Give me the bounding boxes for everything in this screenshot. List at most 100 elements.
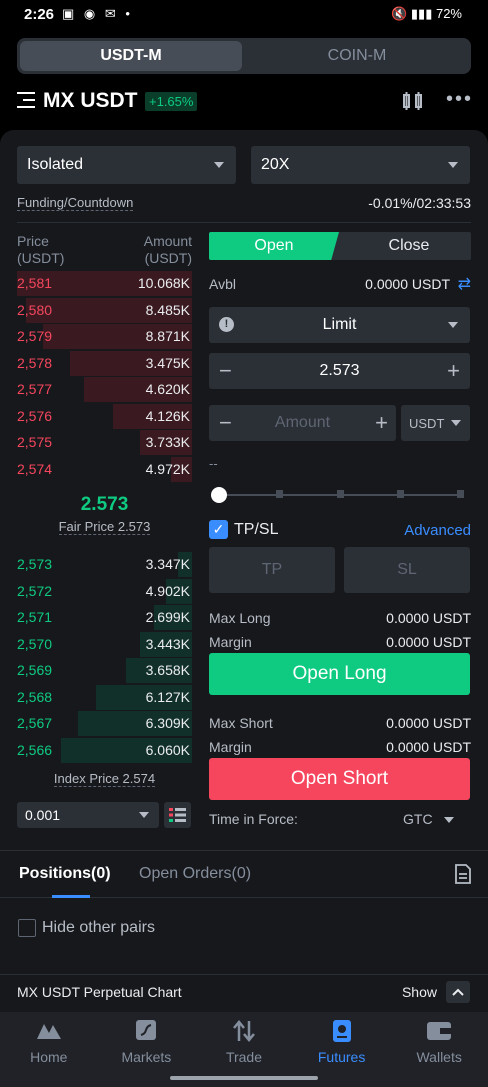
amount-slider-handle[interactable] [211,487,227,503]
time-in-force-label: Time in Force: [209,811,298,827]
price-increase-button[interactable]: + [447,358,460,384]
pair-menu-icon[interactable] [17,92,37,110]
ask-row[interactable]: 2,576 4.126K [17,403,192,430]
ask-row[interactable]: 2,575 3.733K [17,429,192,456]
gesture-home-indicator [170,1076,318,1080]
bid-row[interactable]: 2,566 6.060K [17,737,192,764]
slider-step-50[interactable] [337,490,344,498]
order-type-value: Limit [322,316,357,333]
markets-icon [133,1020,159,1042]
wallet-icon [426,1020,452,1042]
slider-step-25[interactable] [276,490,283,498]
nav-home[interactable]: Home [0,1012,98,1072]
ask-price: 2,579 [17,328,53,344]
bid-price: 2,567 [17,715,53,731]
tpsl-label: TP/SL [234,521,279,538]
ask-amount: 4.126K [145,407,190,424]
nav-trade[interactable]: Trade [195,1012,293,1072]
ask-row[interactable]: 2,580 8.485K [17,297,192,324]
amount-increase-button[interactable]: + [375,410,388,436]
amount-input[interactable]: Amount [209,414,396,432]
max-short-value: 0.0000 USDT [386,715,471,731]
amount-unit-select[interactable]: USDT [401,405,470,441]
bid-row[interactable]: 2,572 4.902K [17,578,192,605]
bid-price: 2,571 [17,609,53,625]
precision-select[interactable]: 0.001 [17,802,159,828]
price-input[interactable]: 2.573 [209,362,470,380]
bid-amount: 6.127K [145,688,190,705]
ask-row[interactable]: 2,574 4.972K [17,456,192,483]
order-type-select[interactable]: ! Limit [209,307,470,343]
nav-futures-label: Futures [317,1049,366,1065]
hide-other-pairs-checkbox[interactable] [18,919,36,937]
tpsl-checkbox[interactable]: ✓ [209,520,228,539]
bid-row[interactable]: 2,568 6.127K [17,684,192,711]
leverage-select[interactable]: 20X [251,146,470,184]
chart-toggle-bar: MX USDT Perpetual Chart Show [0,974,488,1012]
nav-markets[interactable]: Markets [98,1012,196,1072]
ask-price: 2,576 [17,407,53,424]
system-icons: 🔇 ▮▮▮ 72% [391,6,462,21]
margin-long-label: Margin [209,634,252,650]
funding-label[interactable]: Funding/Countdown [17,195,134,211]
ask-row[interactable]: 2,581 10.068K [17,270,192,297]
bid-row[interactable]: 2,567 6.309K [17,710,192,737]
time-in-force-select[interactable]: GTC [403,811,455,827]
ask-amount: 4.972K [145,460,190,477]
stop-loss-input[interactable]: SL [344,547,470,593]
bid-row[interactable]: 2,571 2.699K [17,604,192,631]
nav-wallets[interactable]: Wallets [390,1012,488,1072]
nav-futures[interactable]: Futures [293,1012,391,1072]
price-change-badge: +1.65% [145,92,198,111]
ask-price: 2,577 [17,381,53,397]
more-options-icon[interactable]: ••• [446,88,473,111]
precision-value: 0.001 [25,807,61,823]
bid-price: 2,572 [17,582,53,599]
fair-price: Fair Price 2.573 [58,519,151,535]
bid-row[interactable]: 2,570 3.443K [17,631,192,658]
bid-amount: 3.443K [145,635,190,652]
tab-open[interactable]: Open [209,232,339,260]
bid-row[interactable]: 2,573 3.347K [17,551,192,578]
max-short-label: Max Short [209,715,273,731]
show-chart-label[interactable]: Show [402,984,437,1000]
pair-symbol[interactable]: MX USDT [43,89,138,113]
nav-trade-label: Trade [225,1049,263,1065]
tab-close[interactable]: Close [347,232,471,260]
take-profit-input[interactable]: TP [209,547,335,593]
tab-open-orders[interactable]: Open Orders(0) [139,865,251,883]
margin-type-select[interactable]: Isolated [17,146,236,184]
orderbook-layout-icon[interactable] [164,802,191,828]
margin-short-label: Margin [209,739,252,755]
advanced-link[interactable]: Advanced [404,522,471,539]
ask-price: 2,575 [17,434,53,450]
available-label: Avbl [209,276,236,292]
notification-icons: ▣ ◉ ✉ • [62,6,133,21]
margin-short-value: 0.0000 USDT [386,739,471,755]
ask-row[interactable]: 2,577 4.620K [17,376,192,403]
bid-amount: 4.902K [145,582,190,599]
slider-step-100[interactable] [457,490,464,498]
bid-row[interactable]: 2,569 3.658K [17,657,192,684]
ask-row[interactable]: 2,578 3.475K [17,350,192,377]
transfer-icon[interactable]: ⇄ [458,274,471,294]
tab-positions[interactable]: Positions(0) [19,865,111,883]
segment-usdt-m[interactable]: USDT-M [20,41,242,71]
chevron-down-icon [448,322,458,328]
candlestick-icon[interactable] [402,92,424,115]
hide-other-pairs-label: Hide other pairs [42,919,155,936]
open-long-button[interactable]: Open Long [209,653,470,695]
bid-price: 2,569 [17,662,53,678]
segment-coin-m[interactable]: COIN-M [246,41,468,71]
chevron-down-icon [448,162,458,168]
leverage-value: 20X [261,156,290,173]
chevron-up-icon[interactable] [446,981,470,1003]
slider-step-75[interactable] [397,490,404,498]
funding-value: -0.01%/02:33:53 [368,195,471,211]
status-time: 2:26 [24,6,55,23]
open-short-button[interactable]: Open Short [209,758,470,800]
last-price: 2.573 [80,494,129,515]
ask-row[interactable]: 2,579 8.871K [17,323,192,350]
order-history-icon[interactable] [455,864,471,889]
bid-price: 2,566 [17,741,53,758]
